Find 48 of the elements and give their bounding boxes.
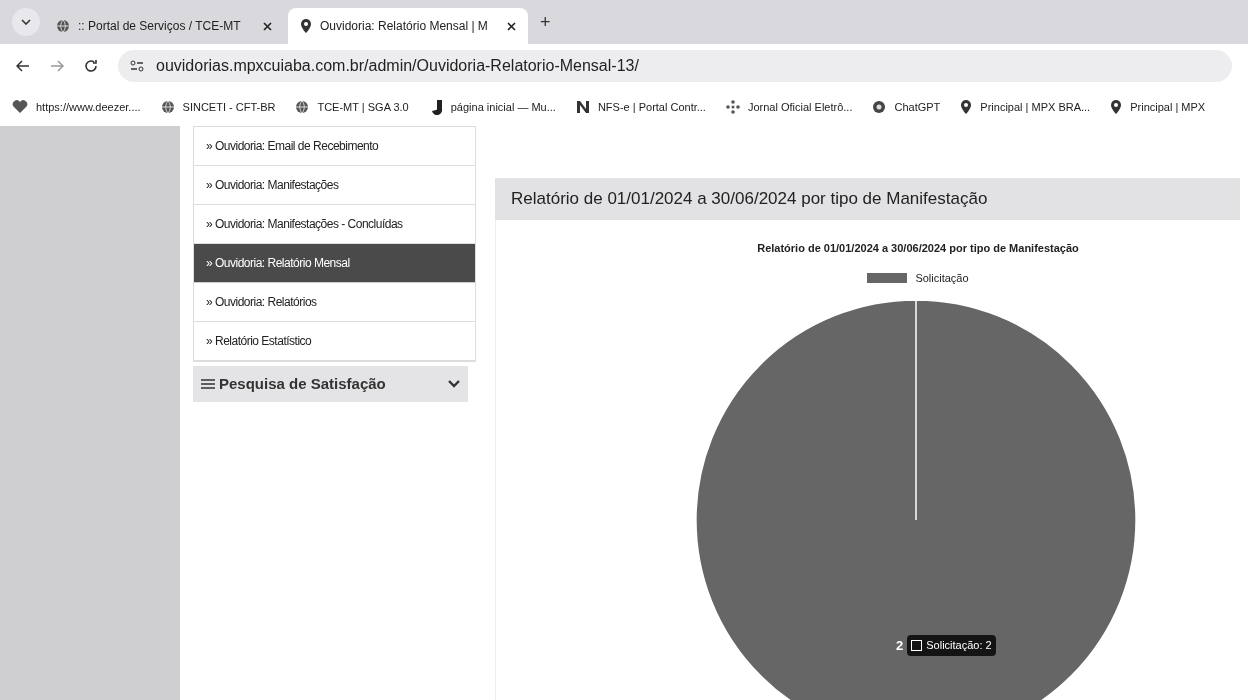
reload-icon[interactable] — [84, 59, 98, 73]
sidebar-item[interactable]: » Ouvidoria: Relatório Mensal — [194, 244, 475, 283]
bookmark[interactable]: ChatGPT — [872, 98, 941, 116]
sidebar-item[interactable]: » Ouvidoria: Email de Recebimento — [194, 127, 475, 166]
bookmark[interactable]: https://www.deezer.... — [12, 98, 141, 116]
bookmark[interactable]: SINCETI - CFT-BR — [160, 98, 276, 116]
legend-item[interactable]: Solicitação — [867, 269, 969, 286]
chart-title: Relatório de 01/01/2024 a 30/06/2024 por tipo de Manifestação — [756, 241, 1080, 256]
bookmark[interactable]: página inicial — Mu... — [428, 98, 556, 116]
back-arrow-icon[interactable] — [16, 60, 30, 72]
dots-icon — [725, 100, 740, 114]
section-header[interactable]: Pesquisa de Satisfação — [193, 366, 468, 402]
location-pin-icon — [960, 100, 973, 114]
location-pin-icon — [1110, 100, 1123, 114]
sidebar-item[interactable]: » Ouvidoria: Relatórios — [194, 283, 475, 322]
new-tab-button[interactable]: + — [540, 9, 551, 36]
close-icon[interactable] — [263, 21, 272, 31]
globe-icon — [295, 100, 310, 114]
bookmark[interactable]: NFS-e | Portal Contr... — [575, 98, 706, 116]
tab-list-button[interactable] — [12, 8, 40, 36]
n-logo-icon — [575, 100, 590, 114]
chevron-down-icon — [21, 19, 31, 25]
data-label: 2 — [896, 636, 904, 655]
bookmark[interactable]: TCE-MT | SGA 3.0 — [295, 98, 409, 116]
tooltip: Solicitação: 2 — [907, 635, 996, 656]
address-bar[interactable]: ouvidorias.mpxcuiaba.com.br/admin/Ouvidoria-Relatorio-Mensal-13/ — [118, 50, 1232, 82]
chevron-down-icon — [448, 380, 460, 388]
heart-icon — [12, 100, 28, 114]
tab-title: :: Portal de Serviços / TCE-MT — [78, 18, 242, 35]
forward-arrow-icon[interactable] — [50, 60, 64, 72]
globe-icon — [56, 19, 70, 33]
legend-label: Solicitação — [915, 270, 969, 286]
sidebar-item[interactable]: » Relatório Estatístico — [194, 322, 475, 361]
bookmark[interactable]: Principal | MPX — [1110, 98, 1206, 116]
globe-icon — [160, 100, 175, 114]
bookmark[interactable]: Jornal Oficial Eletrô... — [725, 98, 853, 116]
flower-icon — [872, 100, 887, 114]
bookmark[interactable]: Principal | MPX BRA... — [960, 98, 1091, 116]
panel-title: Relatório de 01/01/2024 a 30/06/2024 por tipo de Manifestação — [495, 178, 1240, 220]
location-pin-icon — [300, 19, 312, 33]
close-icon[interactable] — [507, 21, 516, 31]
site-settings-icon[interactable] — [130, 60, 144, 72]
browser-tab[interactable]: Ouvidoria: Relatório Mensal | M — [288, 8, 528, 44]
pie-slice[interactable] — [695, 299, 1137, 700]
tab-title: Ouvidoria: Relatório Mensal | M — [320, 18, 489, 35]
tooltip-swatch-icon — [911, 639, 923, 651]
sidebar-item[interactable]: » Ouvidoria: Manifestações — [194, 166, 475, 205]
menu-icon — [201, 378, 215, 390]
